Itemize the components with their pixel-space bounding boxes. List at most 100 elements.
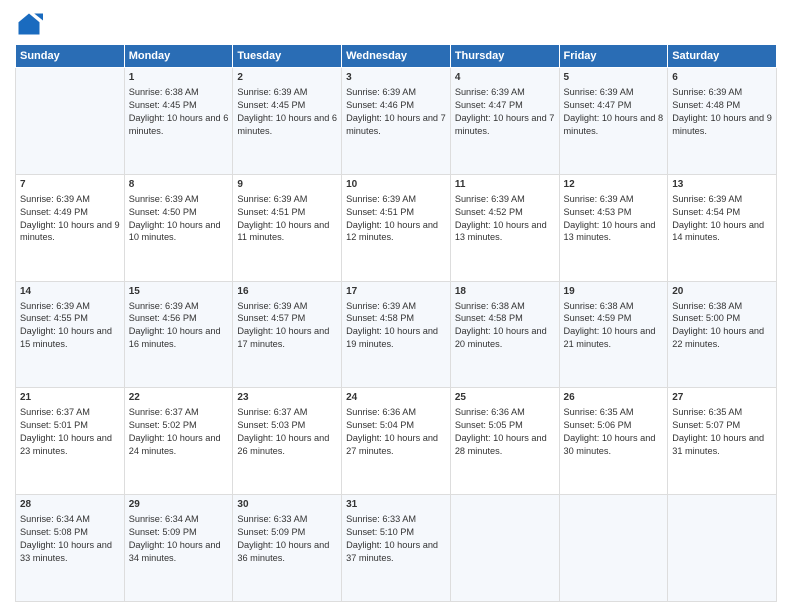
calendar-cell: 6Sunrise: 6:39 AMSunset: 4:48 PMDaylight… [668, 68, 777, 175]
calendar-cell: 2Sunrise: 6:39 AMSunset: 4:45 PMDaylight… [233, 68, 342, 175]
sunrise-text: Sunrise: 6:37 AM [237, 407, 307, 417]
week-row-1: 7 Sunrise: 6:39 AM Sunset: 4:49 PM Daylight… [16, 174, 777, 281]
day-number: 8 [129, 178, 229, 192]
daylight-text: Daylight: 10 hours and 11 minutes. [237, 220, 329, 243]
sunrise-text: Sunrise: 6:39 AM [346, 301, 416, 311]
sunset-text: Sunset: 4:48 PM [672, 100, 740, 110]
calendar-cell: 19Sunrise: 6:38 AMSunset: 4:59 PMDayligh… [559, 281, 668, 388]
sunrise-text: Sunrise: 6:39 AM [237, 194, 307, 204]
calendar-cell: 3Sunrise: 6:39 AMSunset: 4:46 PMDaylight… [342, 68, 451, 175]
day-number: 15 [129, 285, 229, 299]
header-day-saturday: Saturday [668, 45, 777, 68]
logo [15, 10, 47, 38]
sunset-text: Sunset: 5:00 PM [672, 313, 740, 323]
daylight-text: Daylight: 10 hours and 13 minutes. [564, 220, 656, 243]
day-number: 25 [455, 391, 555, 405]
calendar-cell: 9Sunrise: 6:39 AMSunset: 4:51 PMDaylight… [233, 174, 342, 281]
sunrise-text: Sunrise: 6:35 AM [564, 407, 634, 417]
daylight-text: Daylight: 10 hours and 13 minutes. [455, 220, 547, 243]
sunset-text: Sunset: 5:09 PM [129, 527, 197, 537]
week-row-4: 28Sunrise: 6:34 AMSunset: 5:08 PMDayligh… [16, 495, 777, 602]
sunset-text: Sunset: 4:58 PM [455, 313, 523, 323]
sunset-text: Sunset: 4:45 PM [237, 100, 305, 110]
sunrise-text: Sunrise: 6:33 AM [346, 514, 416, 524]
day-number: 16 [237, 285, 337, 299]
daylight-text: Daylight: 10 hours and 22 minutes. [672, 326, 764, 349]
sunset-text: Sunset: 5:08 PM [20, 527, 88, 537]
sunset-text: Sunset: 4:45 PM [129, 100, 197, 110]
sunset-text: Sunset: 4:55 PM [20, 313, 88, 323]
daylight-text: Daylight: 10 hours and 36 minutes. [237, 540, 329, 563]
calendar-table: SundayMondayTuesdayWednesdayThursdayFrid… [15, 44, 777, 602]
calendar-cell: 30 Sunrise: 6:33 AM Sunset: 5:09 PM Dayligh… [233, 495, 342, 602]
daylight-text: Daylight: 10 hours and 27 minutes. [346, 433, 438, 456]
sunset-text: Sunset: 5:06 PM [564, 420, 632, 430]
sunrise-text: Sunrise: 6:38 AM [672, 301, 742, 311]
daylight-text: Daylight: 10 hours and 26 minutes. [237, 433, 329, 456]
sunrise-text: Sunrise: 6:35 AM [672, 407, 742, 417]
calendar-cell: 31Sunrise: 6:33 AMSunset: 5:10 PMDayligh… [342, 495, 451, 602]
sunrise-text: Sunrise: 6:39 AM [564, 87, 634, 97]
sunrise-text: Sunrise: 6:38 AM [564, 301, 634, 311]
day-number: 2 [237, 71, 337, 85]
day-number: 31 [346, 498, 446, 512]
header-row: SundayMondayTuesdayWednesdayThursdayFrid… [16, 45, 777, 68]
header-day-friday: Friday [559, 45, 668, 68]
calendar-cell: 17Sunrise: 6:39 AMSunset: 4:58 PMDayligh… [342, 281, 451, 388]
sunset-text: Sunset: 5:05 PM [455, 420, 523, 430]
sunrise-text: Sunrise: 6:33 AM [237, 514, 307, 524]
sunset-text: Sunset: 5:04 PM [346, 420, 414, 430]
sunset-text: Sunset: 4:46 PM [346, 100, 414, 110]
sunset-text: Sunset: 4:58 PM [346, 313, 414, 323]
daylight-text: Daylight: 10 hours and 10 minutes. [129, 220, 221, 243]
header-day-monday: Monday [124, 45, 233, 68]
daylight-text: Daylight: 10 hours and 31 minutes. [672, 433, 764, 456]
calendar-cell: 5Sunrise: 6:39 AMSunset: 4:47 PMDaylight… [559, 68, 668, 175]
day-number: 30 [237, 498, 337, 512]
daylight-text: Daylight: 10 hours and 16 minutes. [129, 326, 221, 349]
daylight-text: Daylight: 10 hours and 20 minutes. [455, 326, 547, 349]
sunset-text: Sunset: 4:49 PM [20, 207, 88, 217]
calendar-cell: 21Sunrise: 6:37 AMSunset: 5:01 PMDayligh… [16, 388, 125, 495]
sunrise-text: Sunrise: 6:39 AM [20, 301, 90, 311]
daylight-text: Daylight: 10 hours and 21 minutes. [564, 326, 656, 349]
header-day-tuesday: Tuesday [233, 45, 342, 68]
day-number: 18 [455, 285, 555, 299]
daylight-text: Daylight: 10 hours and 7 minutes. [455, 113, 555, 136]
daylight-text: Daylight: 10 hours and 34 minutes. [129, 540, 221, 563]
calendar-cell: 26Sunrise: 6:35 AMSunset: 5:06 PMDayligh… [559, 388, 668, 495]
day-number: 17 [346, 285, 446, 299]
day-number: 24 [346, 391, 446, 405]
day-number: 27 [672, 391, 772, 405]
day-number: 13 [672, 178, 772, 192]
daylight-text: Daylight: 10 hours and 23 minutes. [20, 433, 112, 456]
week-row-2: 14 Sunrise: 6:39 AM Sunset: 4:55 PM Dayligh… [16, 281, 777, 388]
calendar-cell: 20 Sunrise: 6:38 AM Sunset: 5:00 PM Dayligh… [668, 281, 777, 388]
sunset-text: Sunset: 5:02 PM [129, 420, 197, 430]
sunrise-text: Sunrise: 6:34 AM [20, 514, 90, 524]
sunset-text: Sunset: 4:47 PM [564, 100, 632, 110]
day-number: 20 [672, 285, 772, 299]
logo-icon [15, 10, 43, 38]
calendar-cell: 4Sunrise: 6:39 AMSunset: 4:47 PMDaylight… [450, 68, 559, 175]
day-number: 7 [20, 178, 120, 192]
day-number: 29 [129, 498, 229, 512]
sunrise-text: Sunrise: 6:36 AM [346, 407, 416, 417]
day-number: 12 [564, 178, 664, 192]
day-number: 14 [20, 285, 120, 299]
sunrise-text: Sunrise: 6:37 AM [129, 407, 199, 417]
sunset-text: Sunset: 5:01 PM [20, 420, 88, 430]
week-row-3: 21Sunrise: 6:37 AMSunset: 5:01 PMDayligh… [16, 388, 777, 495]
sunset-text: Sunset: 5:03 PM [237, 420, 305, 430]
calendar-cell: 29Sunrise: 6:34 AMSunset: 5:09 PMDayligh… [124, 495, 233, 602]
sunrise-text: Sunrise: 6:39 AM [129, 301, 199, 311]
sunset-text: Sunset: 5:10 PM [346, 527, 414, 537]
daylight-text: Daylight: 10 hours and 6 minutes. [237, 113, 337, 136]
sunset-text: Sunset: 5:09 PM [237, 527, 305, 537]
sunrise-text: Sunrise: 6:37 AM [20, 407, 90, 417]
sunset-text: Sunset: 4:53 PM [564, 207, 632, 217]
daylight-text: Daylight: 10 hours and 12 minutes. [346, 220, 438, 243]
sunrise-text: Sunrise: 6:38 AM [129, 87, 199, 97]
day-number: 26 [564, 391, 664, 405]
calendar-cell: 27Sunrise: 6:35 AMSunset: 5:07 PMDayligh… [668, 388, 777, 495]
